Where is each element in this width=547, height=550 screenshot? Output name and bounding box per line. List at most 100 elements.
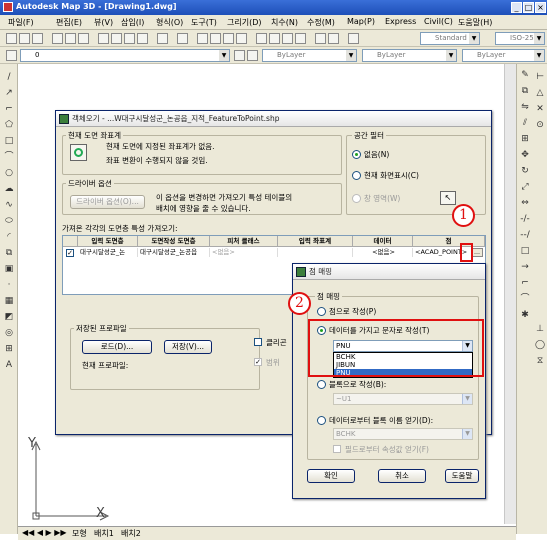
copy-object-icon[interactable]: ⧉	[520, 86, 530, 96]
block-select[interactable]: ~U1 ▼	[333, 393, 473, 405]
save-icon[interactable]	[32, 33, 43, 44]
calculator-icon[interactable]	[328, 33, 339, 44]
publish-icon[interactable]	[78, 33, 89, 44]
markup-icon[interactable]	[315, 33, 326, 44]
paste-icon[interactable]	[124, 33, 135, 44]
radio-create-block[interactable]	[317, 380, 326, 389]
mirror-icon[interactable]: ⇋	[520, 102, 530, 112]
driver-options-button[interactable]: 드라이버 옵션(O)...	[70, 195, 145, 209]
radio-create-point[interactable]	[317, 307, 326, 316]
hatch-icon[interactable]: ▦	[4, 296, 14, 306]
menu-format[interactable]: 형식(O)	[156, 17, 183, 28]
snap-midpoint-icon[interactable]: △	[535, 88, 545, 98]
menu-civil[interactable]: Civil(C)	[424, 17, 453, 26]
revision-cloud-icon[interactable]: ☁	[4, 184, 14, 194]
radio-block-from-data[interactable]	[317, 416, 326, 425]
rotate-icon[interactable]: ↻	[520, 166, 530, 176]
clean-checkbox[interactable]	[254, 338, 262, 346]
design-center-icon[interactable]	[269, 33, 280, 44]
minimize-button[interactable]: _	[511, 2, 522, 13]
rectangle-icon[interactable]: □	[4, 136, 14, 146]
pan-icon[interactable]	[197, 33, 208, 44]
snap-perpendicular-icon[interactable]: ⊥	[535, 324, 545, 334]
load-profile-button[interactable]: 로드(D)...	[82, 340, 152, 354]
help-icon[interactable]	[348, 33, 359, 44]
table-icon[interactable]: ⊞	[4, 344, 14, 354]
linetype-combo[interactable]: ByLayer ▼	[362, 49, 457, 62]
break-icon[interactable]: □	[520, 246, 530, 256]
color-combo[interactable]: ByLayer ▼	[262, 49, 357, 62]
trim-icon[interactable]: -/-	[520, 214, 530, 224]
point-icon[interactable]: ·	[4, 280, 14, 290]
undo-icon[interactable]	[157, 33, 168, 44]
sheet-set-icon[interactable]	[295, 33, 306, 44]
snap-nearest-icon[interactable]: ⧖	[535, 356, 545, 366]
snap-tangent-icon[interactable]: ◯	[535, 340, 545, 350]
save-profile-button[interactable]: 저장(V)...	[164, 340, 212, 354]
chamfer-icon[interactable]: ⌐	[520, 278, 530, 288]
menu-draw[interactable]: 그리기(D)	[227, 17, 261, 28]
dim-style-combo[interactable]: ISO-25 ▼	[495, 32, 545, 45]
layer-previous-icon[interactable]	[247, 50, 258, 61]
snap-center-icon[interactable]: ⊙	[535, 120, 545, 130]
menu-insert[interactable]: 삽입(I)	[121, 17, 144, 28]
cell-input-layer[interactable]: 대구시달성군_논	[78, 248, 138, 257]
menu-view[interactable]: 뷰(V)	[94, 17, 113, 28]
copy-icon[interactable]	[111, 33, 122, 44]
lineweight-combo[interactable]: ByLayer ▼	[462, 49, 545, 62]
ellipse-arc-icon[interactable]: ◜	[4, 232, 14, 242]
radio-current-display[interactable]	[352, 171, 361, 180]
cancel-button[interactable]: 취소	[378, 469, 426, 483]
tool-palettes-icon[interactable]	[282, 33, 293, 44]
menu-help[interactable]: 도움말(H)	[458, 17, 492, 28]
cut-icon[interactable]	[98, 33, 109, 44]
region-icon[interactable]: ◎	[4, 328, 14, 338]
coord-system-button[interactable]	[70, 144, 87, 161]
array-icon[interactable]: ⊞	[520, 134, 530, 144]
block-data-select[interactable]: BCHK ▼	[333, 428, 473, 440]
tab-nav-icon[interactable]: ◀◀ ◀ ▶ ▶▶	[22, 528, 67, 537]
vertical-scrollbar[interactable]	[504, 64, 516, 524]
text-style-combo[interactable]: Standard ▼	[420, 32, 480, 45]
stretch-icon[interactable]: ⇔	[520, 198, 530, 208]
cell-feature-class[interactable]: <없음>	[210, 248, 278, 257]
join-icon[interactable]: →	[520, 262, 530, 272]
preview-icon[interactable]	[65, 33, 76, 44]
construction-line-icon[interactable]: ↗	[4, 88, 14, 98]
line-icon[interactable]: /	[4, 72, 14, 82]
explode-icon[interactable]: ✱	[520, 310, 530, 320]
zoom-realtime-icon[interactable]	[210, 33, 221, 44]
print-icon[interactable]	[52, 33, 63, 44]
menu-tools[interactable]: 도구(T)	[191, 17, 217, 28]
tab-layout2[interactable]: 배치2	[121, 528, 141, 539]
open-icon[interactable]	[19, 33, 30, 44]
menu-map[interactable]: Map(P)	[347, 17, 375, 26]
menu-file[interactable]: 파일(F)	[8, 17, 34, 28]
extend-icon[interactable]: --/	[520, 230, 530, 240]
circle-icon[interactable]: ○	[4, 168, 14, 178]
snap-intersection-icon[interactable]: ✕	[535, 104, 545, 114]
redo-icon[interactable]	[177, 33, 188, 44]
new-icon[interactable]	[6, 33, 17, 44]
match-properties-icon[interactable]	[137, 33, 148, 44]
radio-window[interactable]	[352, 194, 361, 203]
polygon-icon[interactable]: ⬠	[4, 120, 14, 130]
pick-window-button[interactable]: ↖	[440, 191, 456, 205]
ok-button[interactable]: 확인	[307, 469, 355, 483]
make-block-icon[interactable]: ▣	[4, 264, 14, 274]
cell-drawing-layer[interactable]: 대구시달성군_논공읍	[138, 248, 210, 257]
radio-none[interactable]	[352, 150, 361, 159]
insert-block-icon[interactable]: ⧉	[4, 248, 14, 258]
move-icon[interactable]: ✥	[520, 150, 530, 160]
tab-layout1[interactable]: 배치1	[94, 528, 114, 539]
gradient-icon[interactable]: ◩	[4, 312, 14, 322]
zoom-window-icon[interactable]	[223, 33, 234, 44]
attr-from-field-checkbox[interactable]	[333, 445, 341, 453]
menu-modify[interactable]: 수정(M)	[307, 17, 335, 28]
zoom-previous-icon[interactable]	[236, 33, 247, 44]
tab-model[interactable]: 모형	[72, 528, 87, 539]
menu-dimension[interactable]: 치수(N)	[271, 17, 298, 28]
make-current-icon[interactable]	[234, 50, 245, 61]
erase-icon[interactable]: ✎	[520, 70, 530, 80]
row-checkbox[interactable]: ✓	[66, 249, 74, 257]
